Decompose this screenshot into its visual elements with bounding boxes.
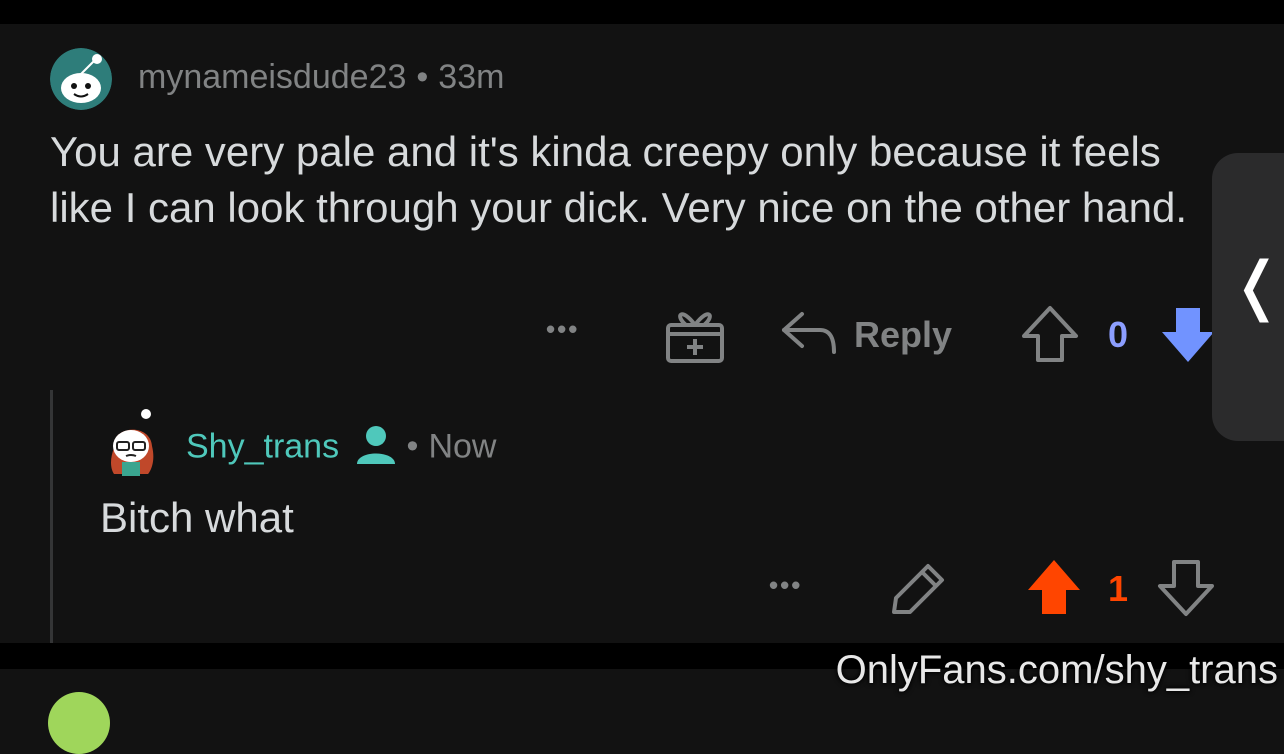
thread-line[interactable] (50, 390, 53, 643)
reply-button[interactable]: Reply (854, 314, 952, 356)
snoo-avatar-icon (50, 48, 112, 110)
upvote-active-icon[interactable] (1024, 556, 1084, 623)
status-bar (0, 0, 1284, 24)
vote-count: 0 (1108, 314, 1129, 355)
more-options-button[interactable]: ••• (546, 314, 579, 345)
next-comment-avatar[interactable] (48, 692, 110, 754)
reply-meta: Shy_trans • Now (186, 424, 496, 473)
reply-body: Bitch what (100, 494, 294, 541)
reply-user-avatar[interactable] (100, 408, 162, 478)
gift-icon[interactable] (664, 303, 726, 370)
person-icon (355, 424, 397, 473)
comment-username[interactable]: mynameisdude23 (138, 58, 406, 96)
reply-username[interactable]: Shy_trans (186, 427, 339, 465)
downvote-icon[interactable] (1156, 558, 1216, 623)
chevron-left-icon: ❬ (1230, 249, 1284, 323)
reply-more-options-button[interactable]: ••• (769, 570, 802, 601)
meta-separator: • (406, 427, 419, 466)
user-avatar[interactable] (50, 48, 112, 110)
comment-timestamp: 33m (438, 58, 505, 96)
pencil-icon[interactable] (886, 560, 948, 625)
upvote-icon[interactable] (1020, 304, 1080, 369)
comment-body: You are very pale and it's kinda creepy … (50, 128, 1188, 231)
meta-separator: • (416, 58, 429, 96)
downvote-icon[interactable] (1158, 304, 1218, 371)
reply-vote-count: 1 (1108, 568, 1129, 609)
side-panel-tab[interactable]: ❬ (1212, 153, 1284, 441)
watermark: OnlyFans.com/shy_trans (835, 648, 1278, 692)
comment-meta: mynameisdude23 • 33m (138, 58, 504, 97)
reply-timestamp: Now (428, 427, 497, 466)
reply-arrow-icon[interactable] (780, 308, 838, 361)
snoo-avatar-icon (111, 409, 154, 476)
